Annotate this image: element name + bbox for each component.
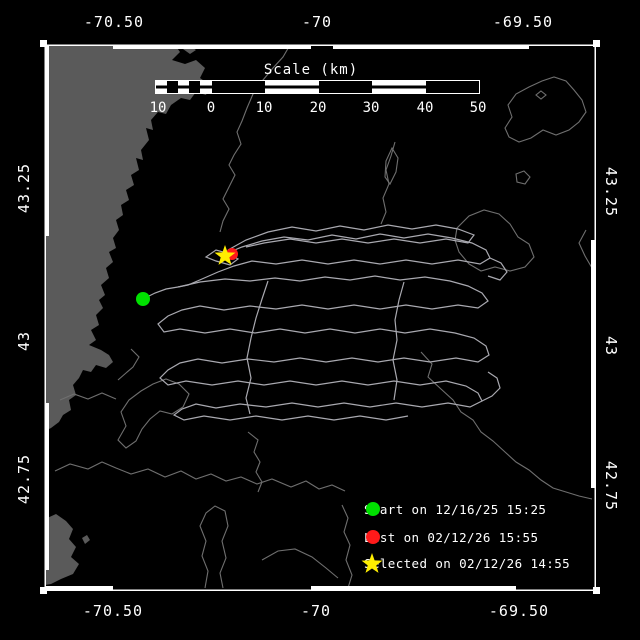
scale-number: 30 bbox=[363, 100, 380, 116]
map-viewer-window: -70.50 -70 -69.50 -70.50 -70 -69.50 43.2… bbox=[0, 0, 640, 640]
drifter-tracks[interactable] bbox=[143, 225, 507, 420]
scale-bar bbox=[155, 80, 480, 94]
land-mass bbox=[45, 45, 210, 585]
scale-segment bbox=[200, 81, 212, 93]
legend-row-selected: Selected on 02/12/26 14:55 bbox=[358, 552, 570, 574]
lat-label-right-2: 42.75 bbox=[602, 461, 620, 511]
map-canvas[interactable] bbox=[0, 0, 640, 640]
legend-row-start: Start on 12/16/25 15:25 bbox=[358, 498, 546, 520]
scale-number: 20 bbox=[310, 100, 327, 116]
scale-segment bbox=[156, 81, 167, 93]
legend-start-label: Start on 12/16/25 15:25 bbox=[364, 502, 546, 517]
scale-number: 40 bbox=[417, 100, 434, 116]
last-dot-icon bbox=[358, 526, 384, 548]
scale-number: 0 bbox=[207, 100, 215, 116]
lat-label-right-1: 43 bbox=[602, 336, 620, 356]
legend-selected-label: Selected on 02/12/26 14:55 bbox=[364, 556, 570, 571]
legend-last-label: Last on 02/12/26 15:55 bbox=[364, 530, 538, 545]
scale-number: 50 bbox=[470, 100, 487, 116]
scale-number: 10 bbox=[256, 100, 273, 116]
lon-label-bottom-1: -70 bbox=[301, 602, 331, 620]
lat-label-left-2: 42.75 bbox=[15, 454, 33, 504]
lat-label-right-0: 43.25 bbox=[602, 167, 620, 217]
lon-label-top-2: -69.50 bbox=[493, 13, 553, 31]
lon-label-bottom-0: -70.50 bbox=[83, 602, 143, 620]
legend-row-last: Last on 02/12/26 15:55 bbox=[358, 526, 538, 548]
selected-star-icon bbox=[358, 552, 384, 574]
start-marker[interactable] bbox=[136, 292, 150, 306]
scale-segment bbox=[178, 81, 189, 93]
scale-number: 10 bbox=[150, 100, 167, 116]
lon-label-top-1: -70 bbox=[302, 13, 332, 31]
lon-label-top-0: -70.50 bbox=[84, 13, 144, 31]
lon-label-bottom-2: -69.50 bbox=[489, 602, 549, 620]
lat-label-left-1: 43 bbox=[15, 331, 33, 351]
start-dot-icon bbox=[358, 498, 384, 520]
lat-label-left-0: 43.25 bbox=[15, 163, 33, 213]
scale-segment bbox=[265, 81, 319, 93]
scale-bar-title: Scale (km) bbox=[264, 62, 358, 78]
scale-segment bbox=[372, 81, 426, 93]
